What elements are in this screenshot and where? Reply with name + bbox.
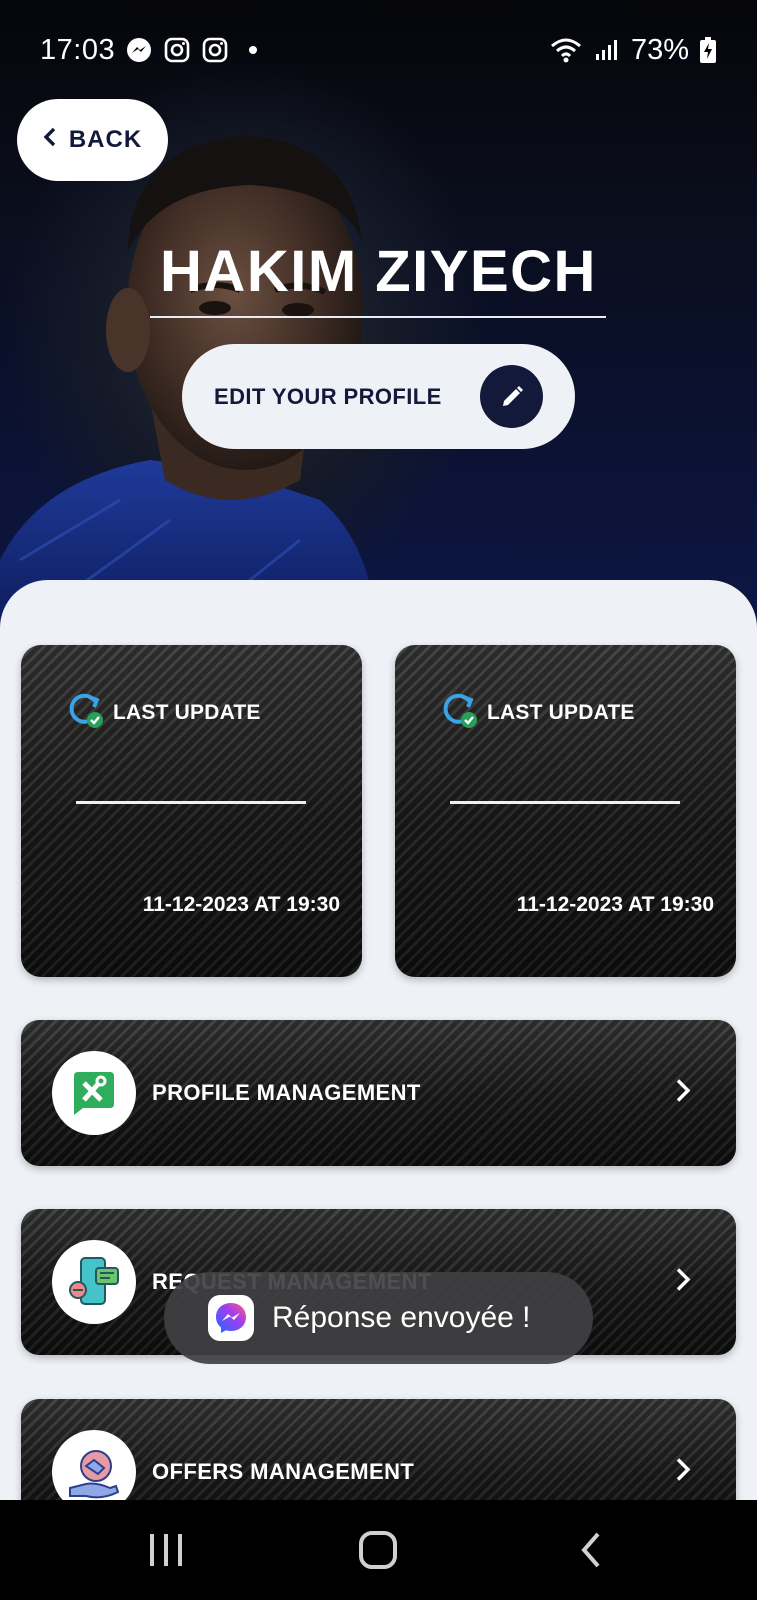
pencil-icon xyxy=(480,365,543,428)
recent-apps-icon[interactable] xyxy=(126,1520,206,1580)
profile-management-item[interactable]: PROFILE MANAGEMENT xyxy=(21,1020,736,1166)
divider xyxy=(76,801,306,804)
back-label: BACK xyxy=(68,126,143,153)
status-bar: 17:03 73% xyxy=(0,0,757,100)
last-update-date: 11-12-2023 AT 19:30 xyxy=(142,893,340,916)
status-time: 17:03 xyxy=(40,33,116,66)
refresh-check-icon xyxy=(65,691,103,735)
toast-text: Réponse envoyée ! xyxy=(272,1301,531,1334)
system-nav-bar xyxy=(0,1500,757,1600)
menu-label: PROFILE MANAGEMENT xyxy=(152,1080,421,1105)
chevron-right-icon xyxy=(674,1457,692,1488)
battery-icon xyxy=(699,36,717,64)
toast-notification: Réponse envoyée ! xyxy=(164,1272,593,1364)
instagram-icon xyxy=(201,36,229,64)
tools-chat-icon xyxy=(52,1051,136,1135)
last-update-card: LAST UPDATE 11-12-2023 AT 19:30 xyxy=(21,645,362,977)
last-update-card: LAST UPDATE 11-12-2023 AT 19:30 xyxy=(395,645,736,977)
messenger-icon xyxy=(125,36,153,64)
wifi-icon xyxy=(549,36,583,64)
messenger-icon xyxy=(208,1295,254,1341)
chevron-left-icon xyxy=(43,126,57,154)
back-button[interactable]: BACK xyxy=(17,99,168,181)
last-update-label: LAST UPDATE xyxy=(487,701,635,724)
edit-profile-label: EDIT YOUR PROFILE xyxy=(214,383,442,409)
edit-profile-button[interactable]: EDIT YOUR PROFILE xyxy=(182,344,575,449)
player-name: HAKIM ZIYECH xyxy=(160,239,597,304)
phone-request-icon xyxy=(52,1240,136,1324)
profile-hero: 17:03 73% BACK HAKIM ZIYECH EDIT YOUR PR… xyxy=(0,0,757,640)
dot-icon xyxy=(239,36,267,64)
chevron-right-icon xyxy=(674,1267,692,1298)
name-underline xyxy=(150,316,606,318)
menu-label: OFFERS MANAGEMENT xyxy=(152,1459,415,1484)
divider xyxy=(450,801,680,804)
home-icon[interactable] xyxy=(338,1520,418,1580)
chevron-right-icon xyxy=(674,1078,692,1109)
last-update-label: LAST UPDATE xyxy=(113,701,261,724)
battery-percent: 73% xyxy=(630,33,689,66)
instagram-icon xyxy=(163,36,191,64)
signal-icon xyxy=(593,36,621,64)
refresh-check-icon xyxy=(439,691,477,735)
back-nav-icon[interactable] xyxy=(551,1520,631,1580)
last-update-date: 11-12-2023 AT 19:30 xyxy=(516,893,714,916)
